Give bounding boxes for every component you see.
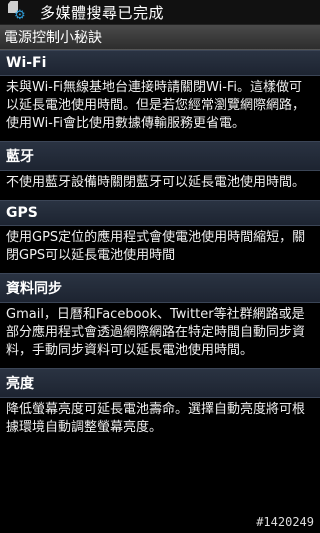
section-header-gps: GPS — [0, 200, 320, 226]
watermark-text: #1420249 — [256, 515, 314, 529]
section-brightness: 亮度 降低螢幕亮度可延長電池壽命。選擇自動亮度將可根據環境自動調整螢幕亮度。 — [0, 368, 320, 445]
section-bluetooth: 藍牙 不使用藍牙設備時關閉藍牙可以延長電池使用時間。 — [0, 141, 320, 200]
section-header-brightness: 亮度 — [0, 368, 320, 398]
gear-icon: ⚙ — [14, 8, 26, 23]
section-header-wifi: Wi-Fi — [0, 50, 320, 76]
notification-icons: ⚙ — [4, 0, 28, 24]
section-gps: GPS 使用GPS定位的應用程式會使電池使用時間縮短，關閉GPS可以延長電池使用… — [0, 200, 320, 273]
section-body-bluetooth: 不使用藍牙設備時關閉藍牙可以延長電池使用時間。 — [6, 175, 306, 190]
section-header-bluetooth: 藍牙 — [0, 141, 320, 171]
page-title: 電源控制小秘訣 — [4, 30, 102, 46]
tips-list[interactable]: Wi-Fi 未與Wi-Fi無線基地台連接時請關閉Wi-Fi。這樣做可以延長電池使… — [0, 50, 320, 445]
title-bar: 電源控制小秘訣 — [0, 25, 320, 50]
section-body-wifi: 未與Wi-Fi無線基地台連接時請關閉Wi-Fi。這樣做可以延長電池使用時間。但是… — [6, 80, 306, 131]
section-body-gps: 使用GPS定位的應用程式會使電池使用時間縮短，關閉GPS可以延長電池使用時間 — [6, 230, 306, 263]
notification-text: 多媒體搜尋已完成 — [40, 3, 165, 22]
status-bar[interactable]: ⚙ 多媒體搜尋已完成 — [0, 0, 320, 25]
section-data-sync: 資料同步 Gmail，日曆和Facebook、Twitter等社群網路或是部分應… — [0, 273, 320, 368]
section-header-data-sync: 資料同步 — [0, 273, 320, 303]
section-body-data-sync: Gmail，日曆和Facebook、Twitter等社群網路或是部分應用程式會透… — [6, 307, 306, 358]
section-wifi: Wi-Fi 未與Wi-Fi無線基地台連接時請關閉Wi-Fi。這樣做可以延長電池使… — [0, 50, 320, 141]
section-body-brightness: 降低螢幕亮度可延長電池壽命。選擇自動亮度將可根據環境自動調整螢幕亮度。 — [6, 402, 306, 435]
